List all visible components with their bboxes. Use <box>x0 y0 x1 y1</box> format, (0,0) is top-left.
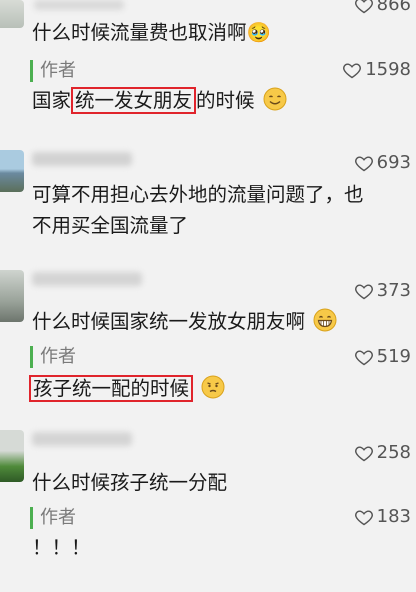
comment-text: 不用买全国流量了 <box>32 214 189 237</box>
like-count: 1598 <box>365 59 411 80</box>
grinning-face-icon <box>313 308 337 332</box>
username-blurred[interactable] <box>34 0 124 10</box>
comment-text: 孩子统一配的时候 <box>29 374 225 404</box>
username-blurred[interactable] <box>32 272 142 286</box>
avatar[interactable] <box>0 270 24 322</box>
comment-text: 可算不用担心去外地的流量问题了，也 <box>32 183 364 206</box>
comment-text: 什么时候孩子统一分配 <box>32 471 228 494</box>
heart-icon <box>354 349 373 365</box>
text-segment: 什么时候国家统一发放女朋友啊 <box>32 310 306 333</box>
avatar[interactable] <box>0 430 24 482</box>
username-blurred[interactable] <box>32 152 132 166</box>
like-button[interactable]: 519 <box>354 346 411 367</box>
like-button[interactable]: 258 <box>354 442 411 463</box>
author-tag: 作者 <box>30 60 76 82</box>
like-count: 866 <box>376 0 411 15</box>
like-button[interactable]: 183 <box>354 506 411 527</box>
comment-text: 什么时候流量费也取消啊🥹 <box>32 21 271 44</box>
like-count: 373 <box>376 280 411 301</box>
comment-text: 国家 统一发女朋友 的时候 <box>32 86 287 116</box>
avatar[interactable] <box>0 0 24 28</box>
like-button[interactable]: 866 <box>354 0 411 15</box>
avatar[interactable] <box>0 150 24 192</box>
heart-icon <box>354 509 373 525</box>
comment-text: 什么时候国家统一发放女朋友啊 <box>32 307 337 337</box>
like-count: 258 <box>376 442 411 463</box>
like-button[interactable]: 373 <box>354 280 411 301</box>
like-count: 183 <box>376 506 411 527</box>
like-count: 693 <box>376 152 411 173</box>
text-segment: 国家 <box>32 89 72 112</box>
confused-face-icon <box>201 375 225 399</box>
text-segment: 的时候 <box>196 89 255 112</box>
username-blurred[interactable] <box>32 432 132 446</box>
heart-icon <box>354 155 373 171</box>
author-tag: 作者 <box>30 346 76 368</box>
author-tag: 作者 <box>30 507 76 529</box>
highlight-box: 统一发女朋友 <box>71 87 197 114</box>
heart-icon <box>354 0 373 13</box>
like-button[interactable]: 1598 <box>342 59 411 80</box>
heart-icon <box>354 445 373 461</box>
smiling-face-icon <box>263 87 287 111</box>
comment-text: ！！！ <box>32 536 91 559</box>
heart-icon <box>343 62 362 78</box>
like-count: 519 <box>376 346 411 367</box>
like-button[interactable]: 693 <box>354 152 411 173</box>
highlight-box: 孩子统一配的时候 <box>29 375 194 402</box>
heart-icon <box>354 283 373 299</box>
